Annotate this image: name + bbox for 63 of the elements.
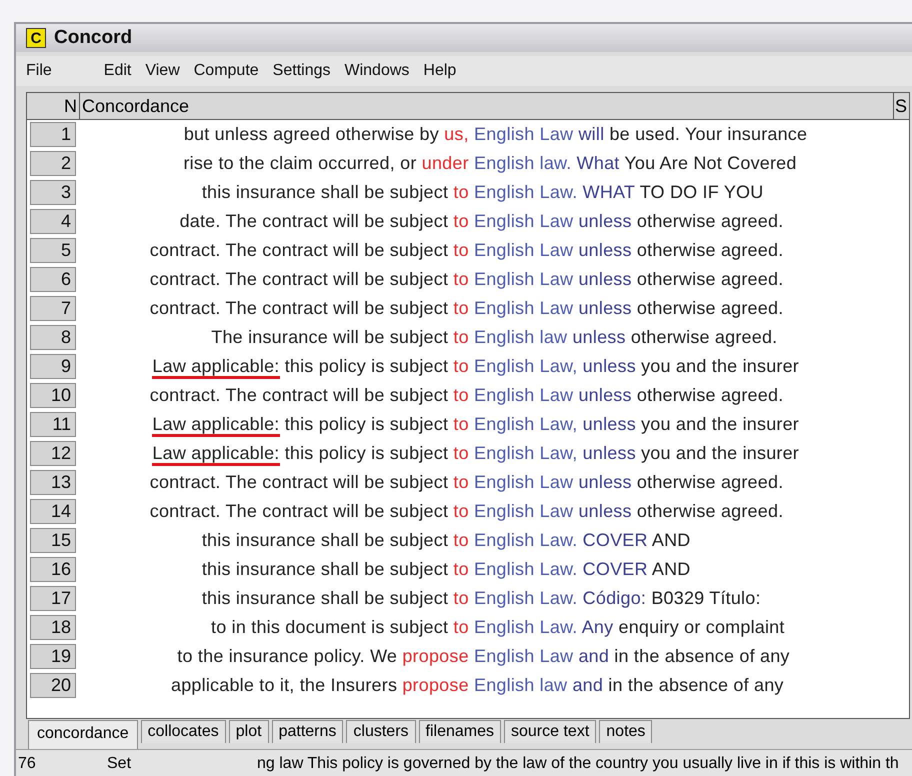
window-title: Concord [54,27,132,49]
column-header[interactable]: S [894,93,909,119]
menu-item[interactable]: File [16,62,59,80]
concordance-line: contract. The contract will be subject to English Law unless otherwise agreed. [148,269,784,290]
concordance-line: contract. The contract will be subject to English Law unless otherwise agreed. [148,501,784,522]
concordance-line: Law applicable: this policy is subject to English Law, unless you and the insurer [80,356,800,377]
row-number: 8 [30,325,76,350]
row-number: 10 [30,383,76,408]
tab[interactable]: clusters [346,720,416,743]
row-number: 11 [30,412,76,437]
column-header[interactable]: Concordance [80,93,894,119]
status-text: ng law This policy is governed by the law of the country you usually live in if this is within th [257,755,900,773]
concordance-line: Law applicable: this policy is subject to English Law, unless you and the insurer [80,414,800,435]
concordance-line: contract. The contract will be subject to English Law unless otherwise agreed. [148,472,784,493]
concordance-line: contract. The contract will be subject to English Law unless otherwise agreed. [148,240,784,261]
row-number: 13 [30,470,76,495]
tab[interactable]: source text [504,720,596,743]
concordance-line: this insurance shall be subject to English Law. COVER AND [200,559,690,580]
concordance-line: contract. The contract will be subject to English Law unless otherwise agreed. [148,298,784,319]
row-number: 16 [30,557,76,582]
concordance-line: to in this document is subject to English Law. Any enquiry or complaint [210,617,785,638]
tab[interactable]: plot [228,720,269,743]
column-header[interactable]: N [27,93,80,119]
menu-item[interactable]: View [138,62,187,80]
app-logo-icon: C [26,28,46,48]
concordance-line: applicable to it, the Insurers propose English law and in the absence of any [170,675,784,696]
row-number: 6 [30,267,76,292]
row-number: 20 [30,673,76,698]
row-number: 5 [30,238,76,263]
row-number: 17 [30,586,76,611]
concordance-line: date. The contract will be subject to English Law unless otherwise agreed. [178,211,784,232]
concordance-line: to the insurance policy. We propose English Law and in the absence of any [176,646,790,667]
concordance-line: this insurance shall be subject to English Law. COVER AND [200,530,690,551]
row-number: 12 [30,441,76,466]
row-number: 4 [30,209,76,234]
menu-item[interactable]: Help [416,62,464,80]
row-number: 9 [30,354,76,379]
concordance-line: rise to the claim occurred, or under English law. What You Are Not Covered [182,153,797,174]
status-count: 76 [17,755,37,773]
menu-item[interactable]: Windows [337,62,416,80]
tab[interactable]: concordance [28,720,138,749]
row-number: 2 [30,151,76,176]
concordance-line: Law applicable: this policy is subject to English Law, unless you and the insurer [80,443,800,464]
concordance-line: but unless agreed otherwise by us, English Law will be used. Your insurance [182,124,808,145]
tab[interactable]: filenames [418,720,501,743]
row-number: 19 [30,644,76,669]
tab[interactable]: notes [599,720,652,743]
row-number: 14 [30,499,76,524]
row-number: 18 [30,615,76,640]
row-number: 3 [30,180,76,205]
concordance-line: this insurance shall be subject to English Law. WHAT TO DO IF YOU [200,182,764,203]
status-mode: Set [106,755,132,773]
menu-item[interactable]: Compute [186,62,266,80]
concordance-line: The insurance will be subject to English law unless otherwise agreed. [210,327,778,348]
row-number: 7 [30,296,76,321]
menu-item[interactable]: Settings [266,62,338,80]
concordance-line: contract. The contract will be subject to English Law unless otherwise agreed. [148,385,784,406]
tab[interactable]: patterns [272,720,344,743]
menu-item[interactable]: Edit [96,62,138,80]
row-number: 1 [30,122,76,147]
concordance-line: this insurance shall be subject to English Law. Código: B0329 Título: [200,588,761,609]
row-number: 15 [30,528,76,553]
tab[interactable]: collocates [140,720,226,743]
